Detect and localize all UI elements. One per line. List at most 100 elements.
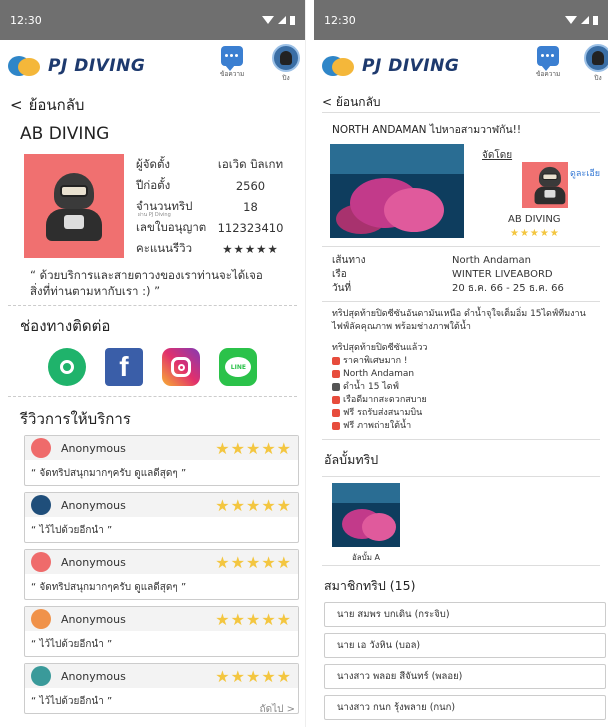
review-stars: ★★★★★ bbox=[215, 666, 292, 686]
review-header: Anonymous ★★★★★ bbox=[25, 436, 298, 460]
status-icons bbox=[565, 15, 598, 25]
profile-button[interactable]: ปิง bbox=[272, 44, 300, 83]
signal-icon bbox=[581, 16, 589, 24]
organizer-stars: ★★★★★ bbox=[510, 228, 560, 239]
whatsapp-icon[interactable] bbox=[47, 348, 86, 386]
logo-icon bbox=[322, 54, 356, 78]
trip-summary: จัดโดย ดูละเอีย AB DIVING ★★★★★ bbox=[322, 142, 600, 246]
description-item: ทริปสุดท้ายปิดซีซันแล้วว bbox=[332, 343, 428, 353]
trip-title: NORTH ANDAMAN ไปหาอสามวาฬกัน!! bbox=[332, 124, 522, 136]
detail-row: วันที่ 20 ธ.ค. 66 - 25 ธ.ค. 66 bbox=[332, 281, 590, 295]
description-list: ทริปสุดท้ายปิดซีซันแล้ววราคาพิเศษมาก ! No… bbox=[332, 342, 590, 433]
detail-label: เรือ bbox=[332, 268, 347, 280]
organizer-detail-link[interactable]: ดูละเอีย bbox=[570, 166, 600, 180]
reviewer-name: Anonymous bbox=[61, 669, 126, 683]
profile-button[interactable]: ปิง bbox=[584, 44, 608, 83]
avatar bbox=[584, 44, 608, 72]
reviewer-name: Anonymous bbox=[61, 555, 126, 569]
info-value: 2560 bbox=[235, 178, 266, 193]
rating-stars: ★★★★★ bbox=[222, 241, 279, 256]
wifi-icon bbox=[565, 16, 577, 24]
shop-name: AB DIVING bbox=[20, 124, 110, 144]
detail-row: เส้นทาง North Andaman bbox=[332, 253, 590, 267]
info-row: คะแนนรีวิว ★★★★★ bbox=[136, 238, 285, 259]
app-logo[interactable]: PJ DIVING bbox=[8, 54, 145, 78]
trip-card: NORTH ANDAMAN ไปหาอสามวาฬกัน!! จัดโดย ดู… bbox=[322, 112, 600, 246]
trip-description: ทริปสุดท้ายปิดซีซันอันดามันเหนือ ดำน้ำจุ… bbox=[322, 301, 600, 439]
album-thumbnail[interactable] bbox=[332, 483, 400, 547]
info-value: เอเวิด บิลเกท bbox=[217, 156, 284, 171]
diver-icon bbox=[532, 165, 566, 206]
logo-text: PJ DIVING bbox=[362, 56, 460, 76]
shop-profile-screen: 12:30 PJ DIVING ข้อความ ปิง < ย้อนกลับ AB… bbox=[0, 0, 306, 727]
app-header: PJ DIVING ข้อความ ปิง bbox=[0, 40, 305, 92]
shop-quote: “ ด้วยบริการและสายตาวงของเราท่านจะได้เจอ… bbox=[8, 259, 297, 306]
info-value: 112323410 bbox=[217, 220, 284, 235]
organizer-name: AB DIVING bbox=[508, 214, 561, 225]
signal-icon bbox=[278, 16, 286, 24]
detail-value: 20 ธ.ค. 66 - 25 ธ.ค. 66 bbox=[452, 282, 564, 294]
member-item[interactable]: นางสาว กนก รุ้งพลาย (กนก) bbox=[324, 695, 606, 720]
back-button[interactable]: < ย้อนกลับ bbox=[0, 92, 305, 118]
trip-photo[interactable] bbox=[330, 144, 464, 238]
description-item: เรือดีมากสะดวกสบาย bbox=[332, 394, 590, 407]
review-stars: ★★★★★ bbox=[215, 438, 292, 458]
contact-links: f LINE bbox=[8, 342, 297, 397]
instagram-icon[interactable] bbox=[162, 348, 201, 386]
album-gallery: อัลบั้ม A bbox=[322, 476, 600, 566]
shop-info: ผู้จัดตั้ง เอเวิด บิลเกท ปีก่อตั้ง 2560 จำ… bbox=[136, 154, 285, 259]
review-text: “ จัดทริปสนุกมากๆครับ ดูแลดีสุดๆ ” bbox=[31, 582, 187, 593]
review-text: “ จัดทริปสนุกมากๆครับ ดูแลดีสุดๆ ” bbox=[31, 468, 187, 479]
member-item[interactable]: นาย สมพร บกเดิน (กระจิบ) bbox=[324, 602, 606, 627]
organizer-label: จัดโดย bbox=[482, 150, 513, 161]
battery-icon bbox=[290, 15, 295, 25]
member-list: นาย สมพร บกเดิน (กระจิบ) นาย เอ วังหิน (บ… bbox=[314, 602, 608, 720]
status-icons bbox=[262, 15, 295, 25]
line-icon[interactable]: LINE bbox=[219, 348, 258, 386]
wifi-icon bbox=[262, 16, 274, 24]
review-stars: ★★★★★ bbox=[215, 495, 292, 515]
description-item: ราคาพิเศษมาก ! bbox=[332, 355, 590, 368]
facebook-icon[interactable]: f bbox=[104, 348, 143, 386]
info-label: ผู้จัดตั้ง bbox=[136, 156, 171, 171]
info-row: เลขใบอนุญาต 112323410 bbox=[136, 217, 285, 238]
member-item[interactable]: นางสาว พลอย สีจันทร์ (พลอย) bbox=[324, 664, 606, 689]
back-button[interactable]: < ย้อนกลับ bbox=[314, 92, 608, 112]
info-row: ผู้จัดตั้ง เอเวิด บิลเกท bbox=[136, 154, 285, 175]
organizer-avatar[interactable] bbox=[522, 162, 568, 208]
reviewer-name: Anonymous bbox=[61, 612, 126, 626]
bullet-icon bbox=[332, 395, 340, 404]
reviewer-name: Anonymous bbox=[61, 498, 126, 512]
review-text: “ ไว้ไปด้วยอีกนำ ” bbox=[31, 525, 113, 536]
reviewer-avatar bbox=[31, 666, 51, 686]
description-item: North Andaman bbox=[332, 368, 590, 381]
shop-profile: ผู้จัดตั้ง เอเวิด บิลเกท ปีก่อตั้ง 2560 จำ… bbox=[0, 150, 305, 259]
review-text: “ ไว้ไปด้วยอีกนำ ” bbox=[31, 696, 113, 707]
info-row: ปีก่อตั้ง 2560 bbox=[136, 175, 285, 196]
shop-avatar bbox=[24, 154, 124, 258]
bullet-icon bbox=[332, 369, 340, 378]
app-logo[interactable]: PJ DIVING bbox=[322, 54, 459, 78]
detail-value: WINTER LIVEABORD bbox=[452, 268, 553, 280]
status-bar: 12:30 bbox=[0, 0, 305, 40]
status-bar: 12:30 bbox=[314, 0, 608, 40]
messages-button[interactable]: ข้อความ bbox=[220, 46, 244, 79]
messages-button[interactable]: ข้อความ bbox=[536, 46, 560, 79]
detail-value: North Andaman bbox=[452, 254, 532, 266]
review-text: “ ไว้ไปด้วยอีกนำ ” bbox=[31, 639, 113, 650]
next-button[interactable]: ถัดไป > bbox=[260, 702, 295, 717]
review-list: Anonymous ★★★★★ “ จัดทริปสนุกมากๆครับ ดูแล… bbox=[0, 435, 305, 714]
reviewer-avatar bbox=[31, 438, 51, 458]
trip-details: เส้นทาง North Andaman เรือ WINTER LIVEABOR… bbox=[322, 246, 600, 301]
battery-icon bbox=[593, 15, 598, 25]
description-intro: ทริปสุดท้ายปิดซีซันอันดามันเหนือ ดำน้ำจุ… bbox=[332, 309, 586, 332]
members-title: สมาชิกทริป (15) bbox=[324, 578, 416, 593]
info-value: 18 bbox=[243, 199, 258, 214]
info-label: คะแนนรีวิว bbox=[136, 240, 193, 255]
review-card: Anonymous ★★★★★ “ ไว้ไปด้วยอีกนำ ” bbox=[24, 606, 299, 657]
description-item: ฟรี รถรับส่งสนามบิน bbox=[332, 407, 590, 420]
back-label: ย้อนกลับ bbox=[28, 96, 85, 114]
member-item[interactable]: นาย เอ วังหิน (บอล) bbox=[324, 633, 606, 658]
review-card: Anonymous ★★★★★ “ จัดทริปสนุกมากๆครับ ดูแล… bbox=[24, 549, 299, 600]
chevron-left-icon: < bbox=[10, 96, 23, 114]
